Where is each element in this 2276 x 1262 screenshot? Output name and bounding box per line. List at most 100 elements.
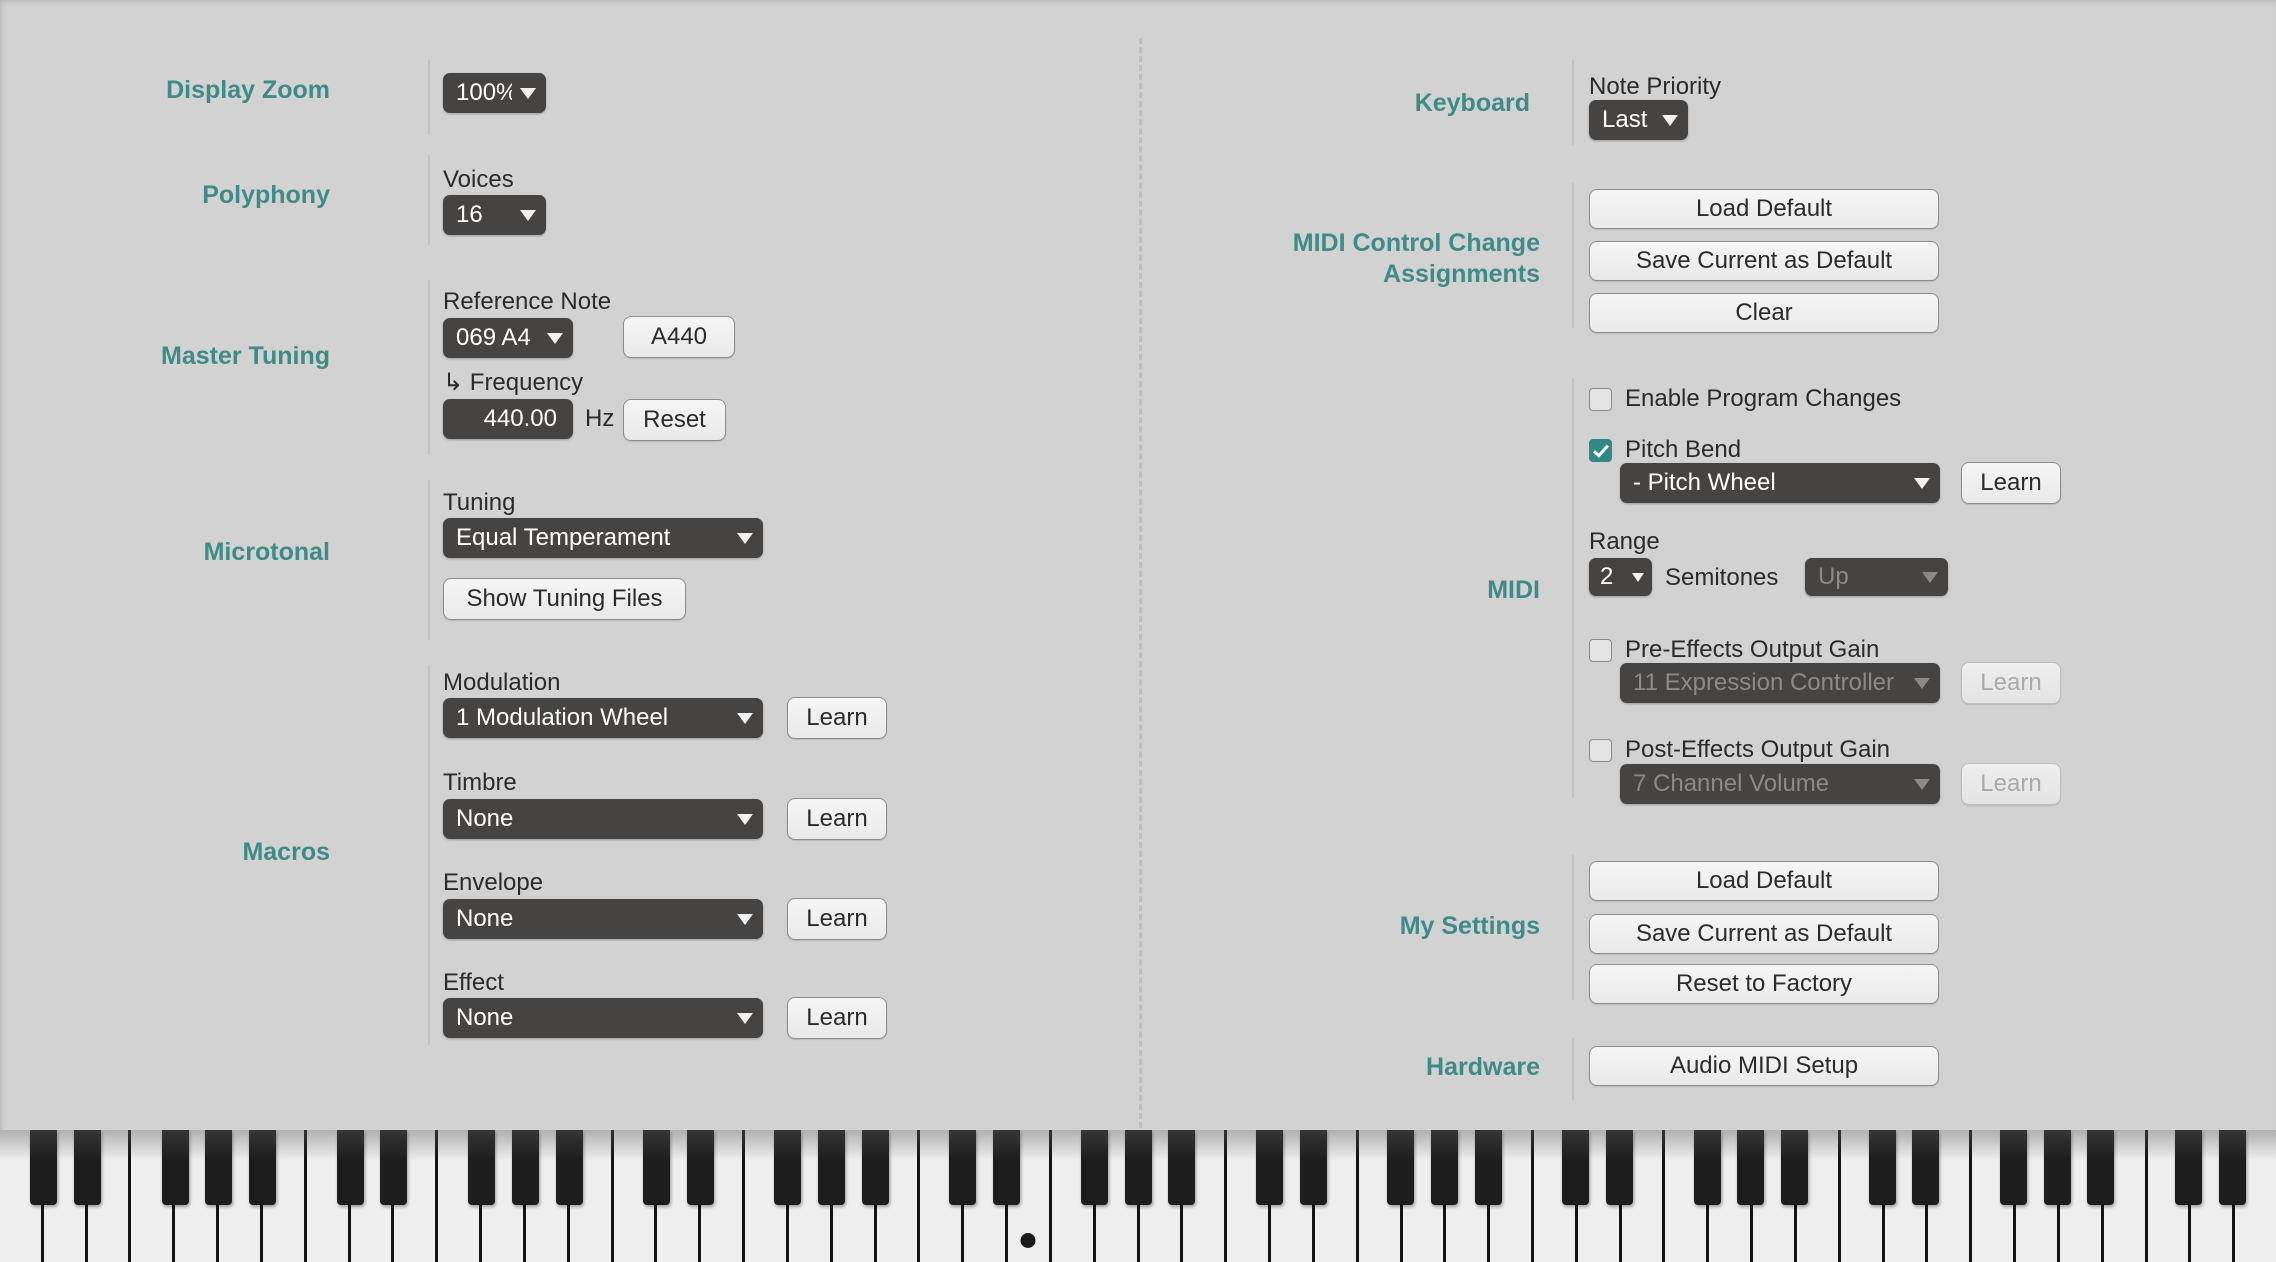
- white-key[interactable]: [306, 1130, 351, 1262]
- white-key[interactable]: [745, 1130, 789, 1262]
- white-key[interactable]: [482, 1130, 526, 1262]
- white-key[interactable]: [175, 1130, 220, 1262]
- white-key[interactable]: [131, 1130, 176, 1262]
- frequency-reset-button[interactable]: Reset: [623, 399, 726, 441]
- white-key[interactable]: [1183, 1130, 1228, 1262]
- pitch-bend-direction-dropdown[interactable]: Up: [1805, 558, 1948, 596]
- white-key[interactable]: [43, 1130, 88, 1262]
- enable-program-changes-row[interactable]: Enable Program Changes: [1589, 385, 1901, 413]
- frequency-input[interactable]: 440.00: [443, 399, 573, 439]
- white-key[interactable]: [788, 1130, 833, 1262]
- white-keys[interactable]: [0, 1130, 2276, 1262]
- white-key[interactable]: [920, 1130, 965, 1262]
- pre-effects-output-gain-checkbox[interactable]: [1589, 638, 1612, 662]
- white-key[interactable]: [876, 1130, 921, 1262]
- macro-modulation-dropdown[interactable]: 1 Modulation Wheel: [443, 698, 763, 738]
- white-key[interactable]: [1446, 1130, 1491, 1262]
- white-key[interactable]: [1358, 1130, 1403, 1262]
- frequency-label: ↳ Frequency: [443, 369, 584, 396]
- my-settings-reset-factory-button[interactable]: Reset to Factory: [1589, 964, 1939, 1004]
- post-effects-source-dropdown[interactable]: 7 Channel Volume: [1620, 764, 1940, 804]
- a440-button[interactable]: A440: [623, 316, 735, 358]
- white-key[interactable]: [262, 1130, 307, 1262]
- pre-effects-learn-button[interactable]: Learn: [1961, 662, 2061, 704]
- macro-timbre-dropdown[interactable]: None: [443, 799, 763, 839]
- post-effects-output-gain-row[interactable]: Post-Effects Output Gain: [1589, 736, 1890, 764]
- pitch-bend-checkbox[interactable]: [1589, 438, 1612, 462]
- macro-envelope-value: None: [456, 905, 514, 932]
- audio-midi-setup-button[interactable]: Audio MIDI Setup: [1589, 1046, 1939, 1086]
- voices-dropdown[interactable]: 16: [443, 195, 546, 235]
- white-key[interactable]: [1139, 1130, 1184, 1262]
- polyphony-section-label: Polyphony: [202, 181, 330, 209]
- macro-effect-dropdown[interactable]: None: [443, 998, 763, 1038]
- pitch-bend-source-dropdown[interactable]: - Pitch Wheel: [1620, 463, 1940, 503]
- white-key[interactable]: [1314, 1130, 1359, 1262]
- white-key[interactable]: [832, 1130, 877, 1262]
- white-key[interactable]: [701, 1130, 746, 1262]
- white-key[interactable]: [1928, 1130, 1973, 1262]
- white-key[interactable]: [2016, 1130, 2060, 1262]
- white-key[interactable]: [1490, 1130, 1534, 1262]
- note-priority-dropdown[interactable]: Last: [1589, 100, 1688, 140]
- white-key[interactable]: [1533, 1130, 1578, 1262]
- white-key[interactable]: [2191, 1130, 2236, 1262]
- white-key[interactable]: [438, 1130, 483, 1262]
- white-key[interactable]: [525, 1130, 570, 1262]
- white-key[interactable]: [1008, 1130, 1052, 1262]
- post-effects-output-gain-checkbox[interactable]: [1589, 738, 1612, 762]
- my-settings-save-current-button[interactable]: Save Current as Default: [1589, 914, 1939, 954]
- white-key[interactable]: [569, 1130, 614, 1262]
- white-key[interactable]: [219, 1130, 263, 1262]
- white-key[interactable]: [2059, 1130, 2104, 1262]
- pitch-bend-row[interactable]: Pitch Bend: [1589, 436, 1741, 464]
- white-key[interactable]: [964, 1130, 1009, 1262]
- white-key[interactable]: [1051, 1130, 1096, 1262]
- white-key[interactable]: [1972, 1130, 2017, 1262]
- white-key[interactable]: [394, 1130, 439, 1262]
- white-key[interactable]: [1621, 1130, 1666, 1262]
- show-tuning-files-button[interactable]: Show Tuning Files: [443, 578, 686, 620]
- reference-note-dropdown[interactable]: 069 A4: [443, 318, 573, 358]
- tuning-dropdown[interactable]: Equal Temperament: [443, 518, 763, 558]
- white-key[interactable]: [1840, 1130, 1885, 1262]
- white-key[interactable]: [1271, 1130, 1315, 1262]
- white-key[interactable]: [1753, 1130, 1797, 1262]
- white-key[interactable]: [1227, 1130, 1272, 1262]
- white-key[interactable]: [87, 1130, 132, 1262]
- white-key[interactable]: [2103, 1130, 2148, 1262]
- white-key[interactable]: [1577, 1130, 1622, 1262]
- white-key[interactable]: [2147, 1130, 2192, 1262]
- my-settings-load-default-button[interactable]: Load Default: [1589, 861, 1939, 901]
- display-zoom-dropdown[interactable]: 100%: [443, 73, 546, 113]
- pitch-bend-learn-button[interactable]: Learn: [1961, 462, 2061, 504]
- white-key[interactable]: [0, 1130, 44, 1262]
- pre-effects-source-dropdown[interactable]: 11 Expression Controller: [1620, 663, 1940, 703]
- macro-envelope-dropdown[interactable]: None: [443, 899, 763, 939]
- white-key[interactable]: [1095, 1130, 1140, 1262]
- macro-timbre-learn-button[interactable]: Learn: [787, 798, 887, 840]
- white-key[interactable]: [1796, 1130, 1841, 1262]
- macro-effect-learn-button[interactable]: Learn: [787, 997, 887, 1039]
- pre-effects-output-gain-row[interactable]: Pre-Effects Output Gain: [1589, 636, 1879, 664]
- enable-program-changes-checkbox[interactable]: [1589, 387, 1612, 411]
- white-key[interactable]: [1709, 1130, 1754, 1262]
- piano-keyboard[interactable]: [0, 1130, 2276, 1262]
- pitch-bend-range-dropdown[interactable]: 2: [1589, 558, 1652, 596]
- macro-modulation-learn-button[interactable]: Learn: [787, 697, 887, 739]
- white-key[interactable]: [1665, 1130, 1710, 1262]
- midi-cc-clear-button[interactable]: Clear: [1589, 293, 1939, 333]
- white-key[interactable]: [1402, 1130, 1447, 1262]
- white-key[interactable]: [350, 1130, 395, 1262]
- white-key[interactable]: [2235, 1130, 2276, 1262]
- chevron-down-icon: [737, 712, 753, 724]
- macro-envelope-learn-button[interactable]: Learn: [787, 898, 887, 940]
- white-key[interactable]: [1884, 1130, 1929, 1262]
- white-key[interactable]: [657, 1130, 702, 1262]
- midi-cc-save-current-button[interactable]: Save Current as Default: [1589, 241, 1939, 281]
- midi-cc-load-default-button[interactable]: Load Default: [1589, 189, 1939, 229]
- post-effects-learn-button[interactable]: Learn: [1961, 763, 2061, 805]
- white-key[interactable]: [613, 1130, 658, 1262]
- column-divider: [1139, 38, 1142, 1128]
- my-settings-rule: [1572, 855, 1574, 1000]
